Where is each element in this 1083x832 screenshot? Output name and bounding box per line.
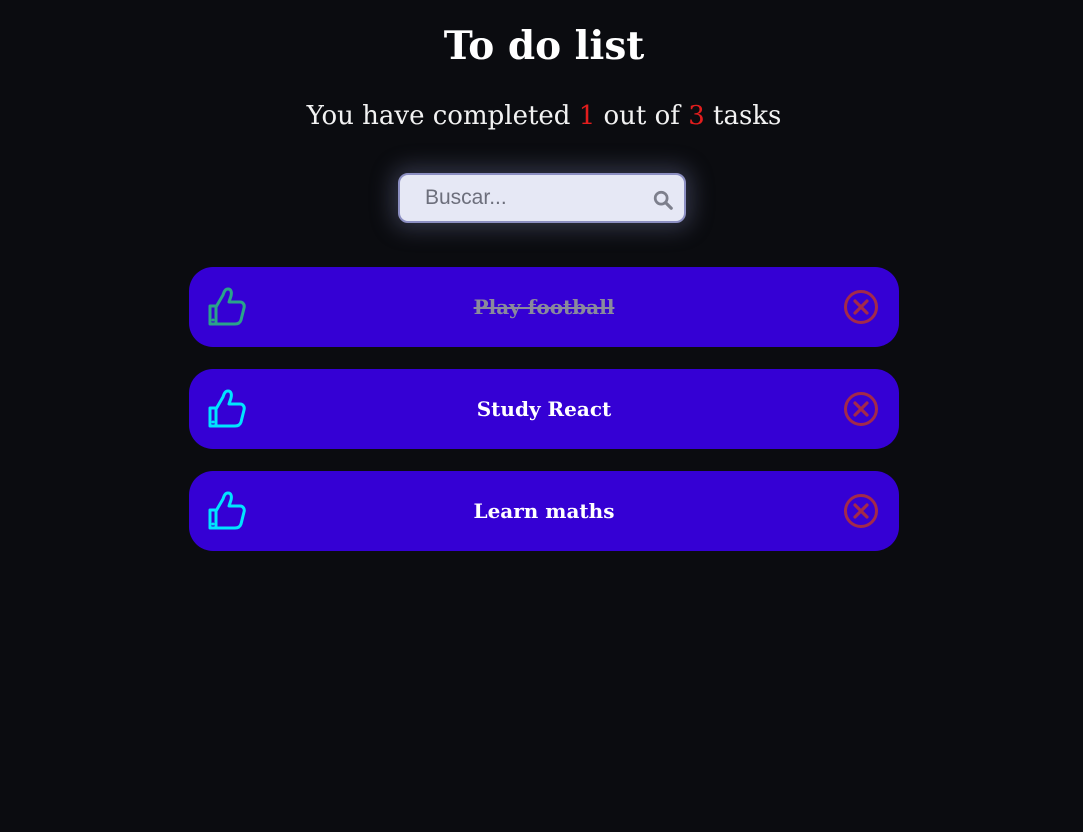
todo-text: Learn maths [473,499,615,523]
counter-middle: out of [595,101,689,131]
todo-text: Play football [473,295,615,319]
counter-suffix: tasks [704,101,782,131]
todo-item: Learn maths [189,471,899,551]
search-box [398,173,686,223]
todo-text: Study React [476,397,612,421]
close-circle-icon[interactable] [843,391,879,427]
page-title: To do list [443,23,645,69]
completed-count: 1 [578,101,596,131]
close-circle-icon[interactable] [843,493,879,529]
close-circle-icon[interactable] [843,289,879,325]
todo-item: Play football [189,267,899,347]
thumbs-up-icon[interactable] [207,286,247,328]
thumbs-up-icon[interactable] [207,388,247,430]
thumbs-up-icon[interactable] [207,490,247,532]
counter-prefix: You have completed [306,101,579,131]
todo-item: Study React [189,369,899,449]
todo-counter: You have completed 1 out of 3 tasks [0,98,1083,134]
search-input[interactable] [400,175,640,221]
search-icon[interactable] [652,189,674,211]
total-count: 3 [688,101,705,131]
